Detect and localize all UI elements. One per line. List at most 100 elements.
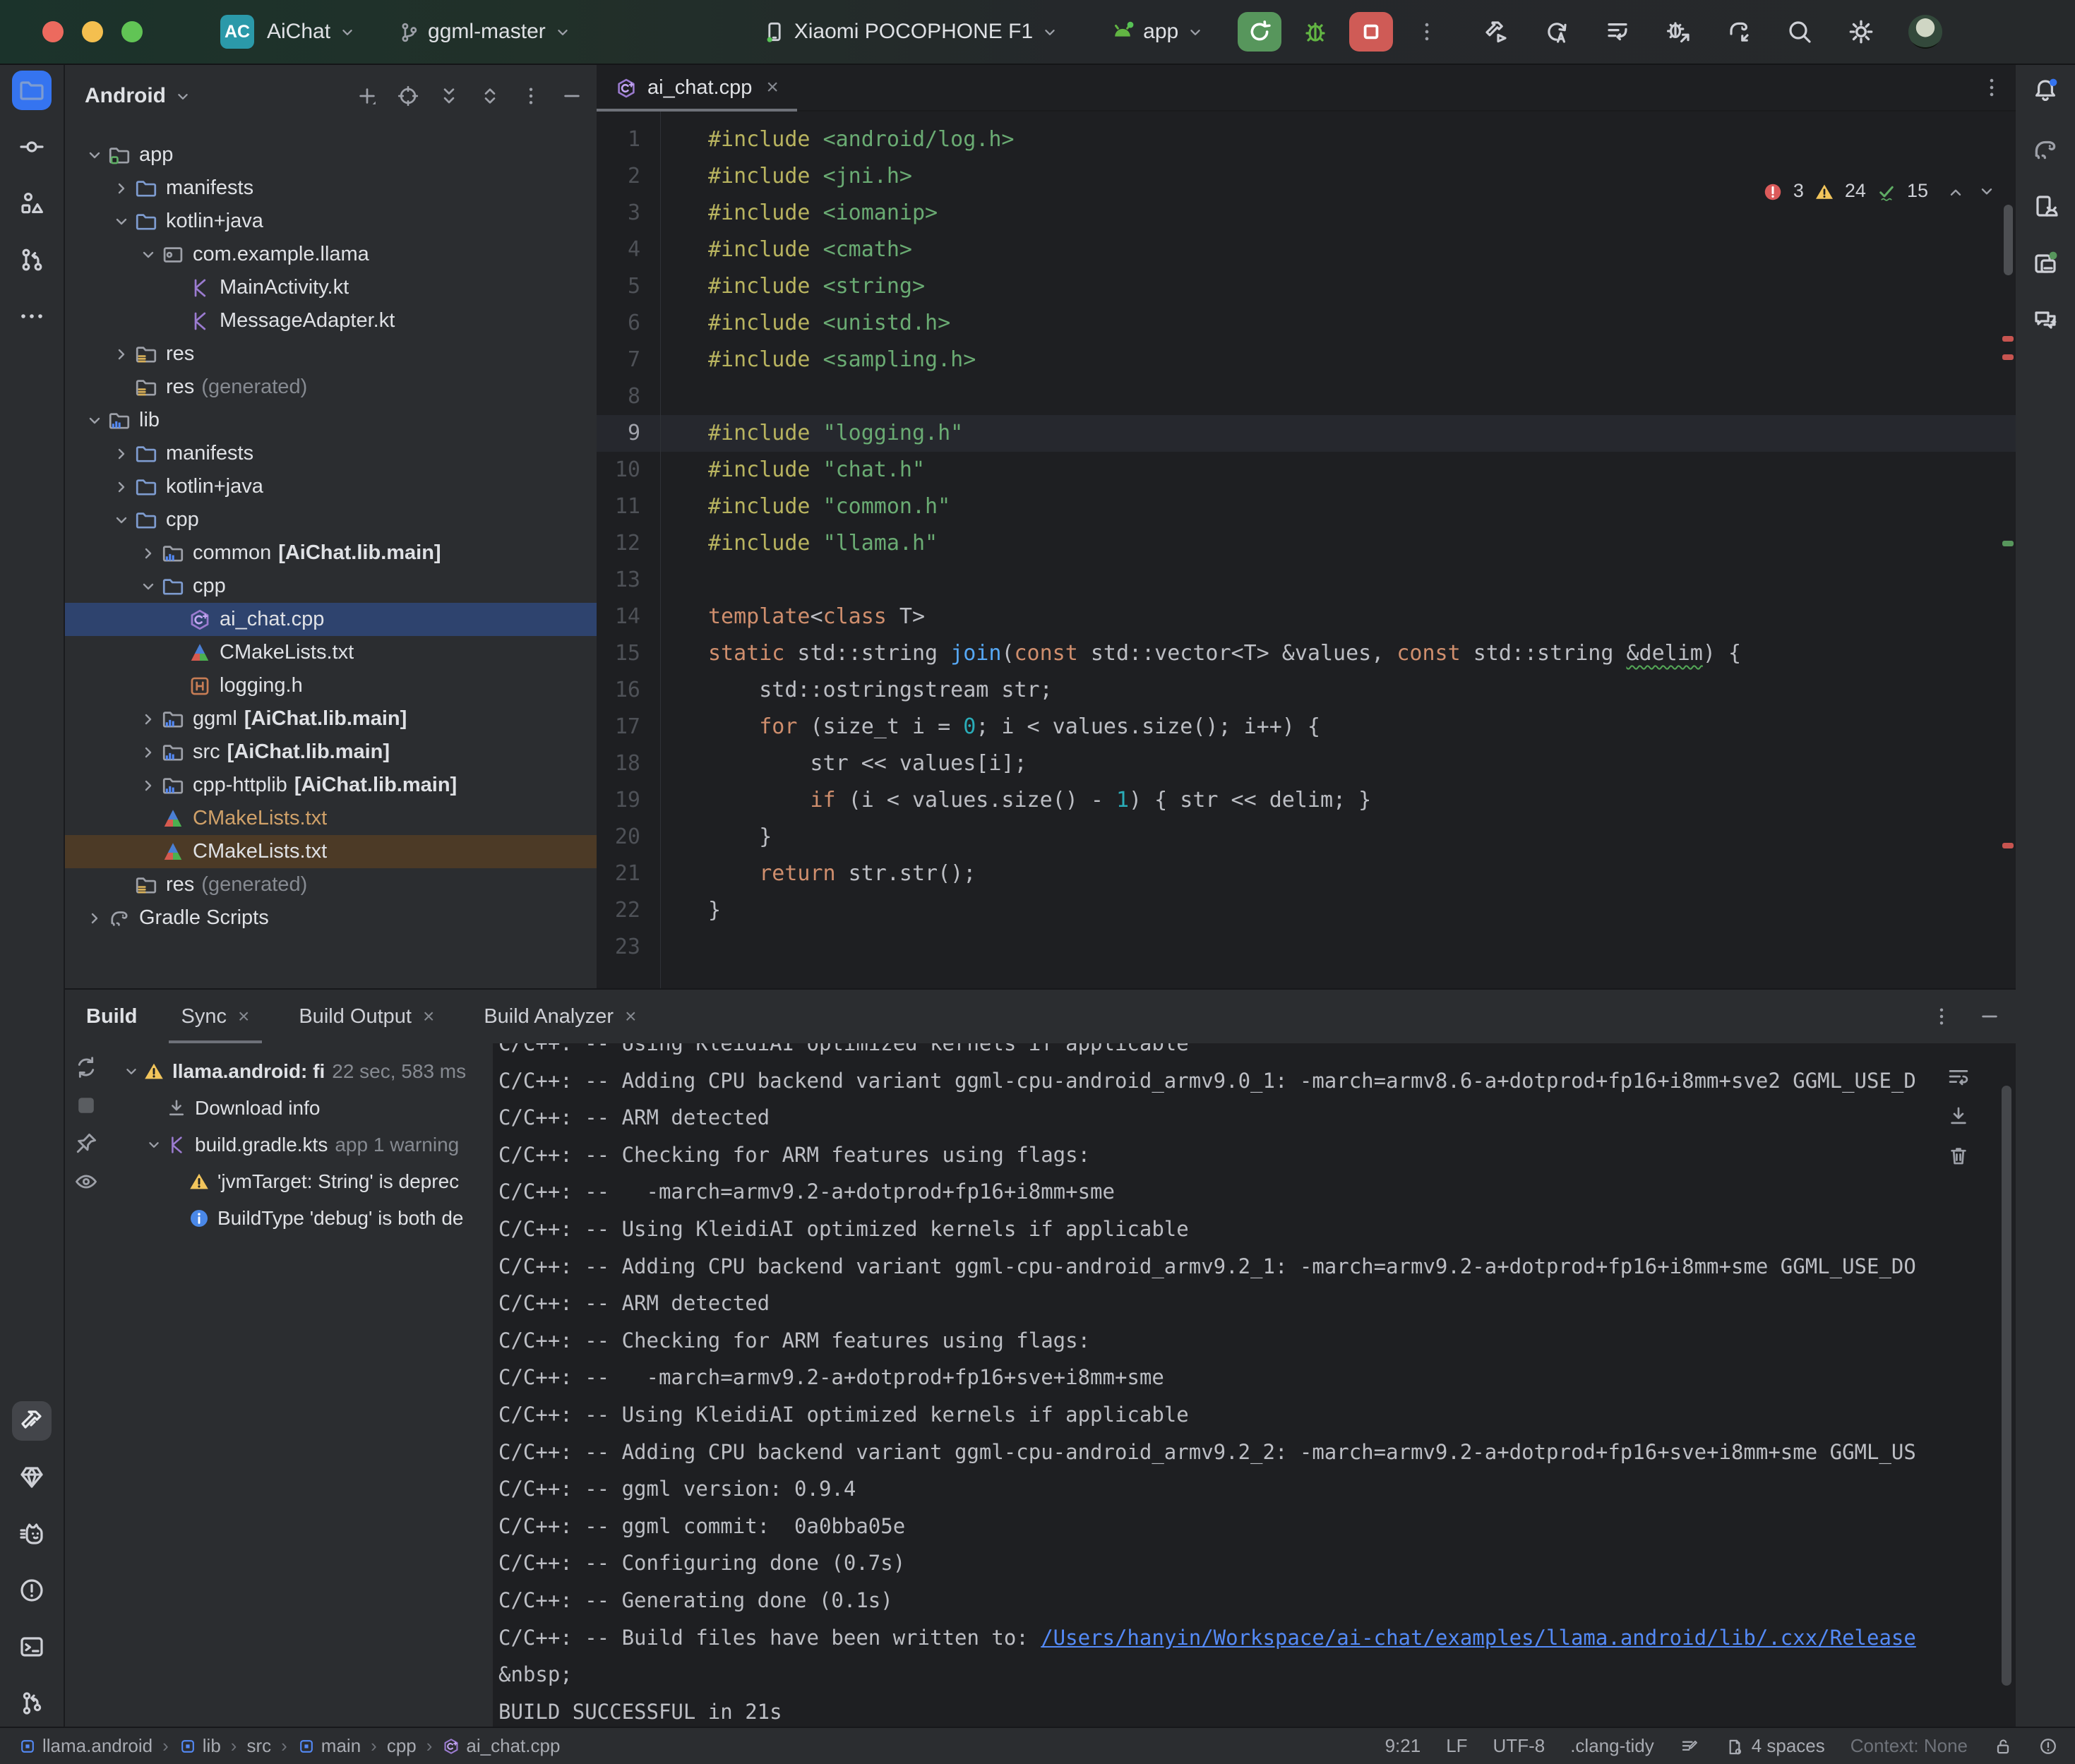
apply-changes-icon[interactable] bbox=[1543, 18, 1571, 46]
structure-tool-button[interactable] bbox=[12, 184, 52, 223]
code-line[interactable]: return str.str(); bbox=[708, 856, 1995, 892]
pin-icon[interactable] bbox=[73, 1131, 99, 1156]
problems-tool-button[interactable] bbox=[12, 1571, 52, 1610]
project-tree-row-mainactivity-kt[interactable]: MainActivity.kt bbox=[65, 271, 597, 304]
project-tree-row-com-example-llama[interactable]: com.example.llama bbox=[65, 238, 597, 271]
apply-code-changes-icon[interactable] bbox=[1603, 18, 1632, 46]
project-tree-row-cpp[interactable]: cpp bbox=[65, 570, 597, 603]
rerun-button[interactable] bbox=[1238, 12, 1281, 52]
notifications-bell-icon[interactable] bbox=[2026, 71, 2065, 110]
close-window-button[interactable] bbox=[42, 21, 64, 42]
breadcrumb-item-cpp[interactable]: cpp bbox=[387, 1735, 417, 1757]
tab-build-analyzer[interactable]: Build Analyzer × bbox=[478, 990, 642, 1043]
code-line[interactable] bbox=[708, 562, 1995, 599]
code-line[interactable]: #include <android/log.h> bbox=[708, 121, 1995, 158]
code-line[interactable]: #include "common.h" bbox=[708, 488, 1995, 525]
project-tree-row-kotlin-java[interactable]: kotlin+java bbox=[65, 205, 597, 238]
close-tab-icon[interactable]: × bbox=[423, 1005, 434, 1028]
build-console[interactable]: C/C++: -- Using KleidiAI optimized kerne… bbox=[493, 1043, 2016, 1729]
tab-sync[interactable]: Sync × bbox=[176, 990, 256, 1043]
pull-requests-tool-button[interactable] bbox=[12, 240, 52, 280]
code-line[interactable]: #include <string> bbox=[708, 268, 1995, 305]
device-selector[interactable]: Xiaomi POCOPHONE F1 bbox=[762, 19, 1060, 44]
code-line[interactable]: std::ostringstream str; bbox=[708, 672, 1995, 709]
search-icon[interactable] bbox=[1786, 18, 1814, 46]
error-stripe-mark[interactable] bbox=[2002, 354, 2014, 360]
project-selector[interactable]: AiChat bbox=[267, 20, 357, 44]
project-tree-row-res[interactable]: res bbox=[65, 337, 597, 371]
attach-debugger-icon[interactable] bbox=[1664, 18, 1692, 46]
editor-tab-ai-chat-cpp[interactable]: ai_chat.cpp × bbox=[597, 65, 797, 110]
error-circle-icon[interactable] bbox=[2038, 1736, 2058, 1756]
project-tree-row-res[interactable]: res(generated) bbox=[65, 868, 597, 901]
indent-indicator[interactable]: 4 spaces bbox=[1725, 1735, 1825, 1757]
prev-problem-icon[interactable] bbox=[1945, 172, 1966, 209]
code-style-indicator[interactable]: .clang-tidy bbox=[1570, 1735, 1654, 1757]
minimize-window-button[interactable] bbox=[82, 21, 103, 42]
code-line[interactable] bbox=[708, 378, 1995, 415]
build-icon[interactable] bbox=[1482, 18, 1510, 46]
project-tree-row-messageadapter-kt[interactable]: MessageAdapter.kt bbox=[65, 304, 597, 337]
soft-wrap-icon[interactable] bbox=[1947, 1064, 1971, 1088]
user-avatar[interactable] bbox=[1908, 15, 1942, 49]
breadcrumb-item-ai-chat-cpp[interactable]: ai_chat.cpp bbox=[442, 1735, 560, 1757]
more-tool-windows-button[interactable] bbox=[12, 296, 52, 336]
code-line[interactable]: static std::string join(const std::vecto… bbox=[708, 635, 1995, 672]
encoding-indicator[interactable]: UTF-8 bbox=[1493, 1735, 1545, 1757]
run-configuration-selector[interactable]: app bbox=[1109, 18, 1205, 45]
close-tab-icon[interactable]: × bbox=[766, 76, 779, 100]
code-line[interactable]: #include <cmath> bbox=[708, 232, 1995, 268]
code-line[interactable]: } bbox=[708, 892, 1995, 929]
device-manager-button[interactable] bbox=[2026, 186, 2065, 226]
show-details-eye-icon[interactable] bbox=[73, 1169, 99, 1194]
project-tree-row-manifests[interactable]: manifests bbox=[65, 437, 597, 470]
hide-panel-icon[interactable] bbox=[1978, 1004, 2002, 1028]
context-indicator[interactable]: Context: None bbox=[1850, 1735, 1968, 1757]
more-run-actions-kebab[interactable] bbox=[1414, 19, 1440, 44]
options-kebab-icon[interactable] bbox=[519, 84, 543, 108]
app-quality-insights-button[interactable] bbox=[12, 1458, 52, 1497]
breadcrumb-item-llama-android[interactable]: llama.android bbox=[18, 1735, 153, 1757]
project-tree-row-common[interactable]: common[AiChat.lib.main] bbox=[65, 536, 597, 570]
formatter-icon[interactable] bbox=[1680, 1736, 1699, 1756]
code-line[interactable]: #include "logging.h" bbox=[708, 415, 1995, 452]
gemini-chat-button[interactable] bbox=[2026, 299, 2065, 339]
gradle-sync-icon[interactable] bbox=[1725, 18, 1753, 46]
caret-position[interactable]: 9:21 bbox=[1385, 1735, 1421, 1757]
editor-scrollbar[interactable] bbox=[2004, 205, 2013, 275]
project-tree-row-logging-h[interactable]: logging.h bbox=[65, 669, 597, 702]
project-tree-row-src[interactable]: src[AiChat.lib.main] bbox=[65, 736, 597, 769]
build-tree-row[interactable]: llama.android: fi22 sec, 583 ms bbox=[110, 1053, 493, 1090]
maximize-window-button[interactable] bbox=[121, 21, 143, 42]
code-line[interactable]: if (i < values.size() - 1) { str << deli… bbox=[708, 782, 1995, 819]
code-line[interactable]: for (size_t i = 0; i < values.size(); i+… bbox=[708, 709, 1995, 745]
next-problem-icon[interactable] bbox=[1976, 172, 1997, 209]
stop-button[interactable] bbox=[1349, 12, 1393, 52]
clear-console-trash-icon[interactable] bbox=[1947, 1144, 1971, 1168]
project-tree-row-cmakelists-txt[interactable]: CMakeLists.txt bbox=[65, 835, 597, 868]
console-file-link[interactable]: /Users/hanyin/Workspace/ai-chat/examples… bbox=[1041, 1626, 1916, 1650]
vcs-branch-selector[interactable]: ggml-master bbox=[397, 19, 573, 44]
debug-button[interactable] bbox=[1301, 18, 1329, 46]
unlock-icon[interactable] bbox=[1993, 1736, 2013, 1756]
build-tree-row[interactable]: Download info bbox=[110, 1090, 493, 1127]
expand-all-icon[interactable] bbox=[437, 84, 461, 108]
code-line[interactable]: #include <sampling.h> bbox=[708, 342, 1995, 378]
inspections-widget[interactable]: 3 24 15 bbox=[1762, 172, 1997, 209]
code-line[interactable]: str << values[i]; bbox=[708, 745, 1995, 782]
project-tree-row-gradle-scripts[interactable]: Gradle Scripts bbox=[65, 901, 597, 935]
logcat-tool-button[interactable] bbox=[12, 1514, 52, 1554]
gradle-tool-button[interactable] bbox=[2026, 130, 2065, 169]
breadcrumb-item-lib[interactable]: lib bbox=[179, 1735, 221, 1757]
locate-file-icon[interactable] bbox=[396, 84, 420, 108]
line-ending-indicator[interactable]: LF bbox=[1446, 1735, 1467, 1757]
project-tree-row-kotlin-java[interactable]: kotlin+java bbox=[65, 470, 597, 503]
project-tree-row-res[interactable]: res(generated) bbox=[65, 371, 597, 404]
project-tool-button[interactable] bbox=[12, 71, 52, 110]
add-icon[interactable] bbox=[355, 84, 379, 108]
breadcrumb-item-src[interactable]: src bbox=[246, 1735, 271, 1757]
settings-gear-icon[interactable] bbox=[1846, 17, 1876, 47]
project-tree-row-app[interactable]: app bbox=[65, 138, 597, 172]
close-tab-icon[interactable]: × bbox=[625, 1005, 636, 1028]
project-tree-row-cpp-httplib[interactable]: cpp-httplib[AiChat.lib.main] bbox=[65, 769, 597, 802]
